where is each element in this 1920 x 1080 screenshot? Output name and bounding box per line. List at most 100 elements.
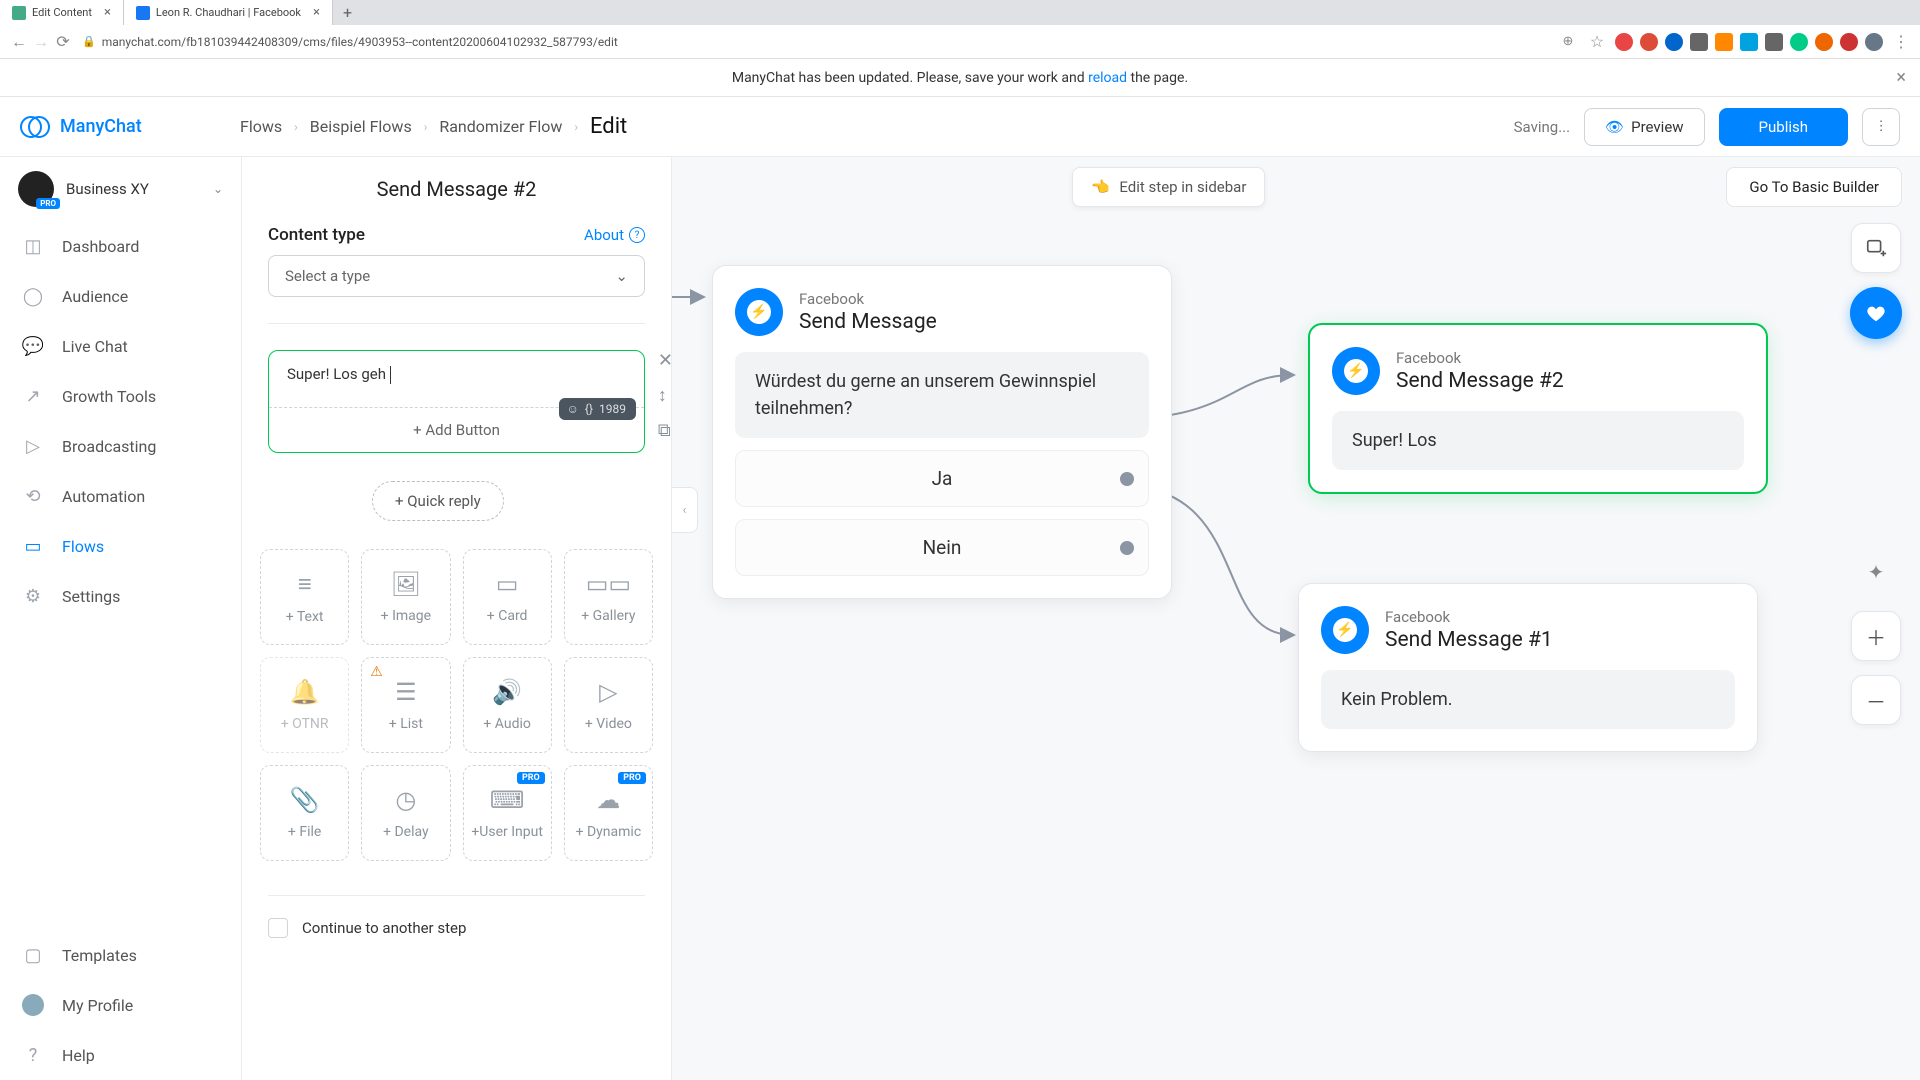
block-tile-otnr[interactable]: 🔔+ OTNR — [260, 657, 349, 753]
emoji-icon[interactable]: ☺ — [567, 402, 579, 416]
translate-icon[interactable]: ⊕ — [1557, 34, 1579, 49]
breadcrumb-item[interactable]: Flows — [240, 117, 282, 136]
workspace-switcher[interactable]: PRO Business XY ⌄ — [0, 157, 241, 221]
continue-checkbox[interactable] — [268, 918, 288, 938]
text-message-block[interactable]: Super! Los geh ☺ {} 1989 + Add Button — [268, 350, 645, 453]
block-tile-text[interactable]: ≡+ Text — [260, 549, 349, 645]
flow-node-send-message-1[interactable]: Facebook Send Message #1 Kein Problem. — [1298, 583, 1758, 752]
block-tile-delay[interactable]: ◷+ Delay — [361, 765, 450, 861]
editor-title: Send Message #2 — [242, 177, 671, 201]
add-node-button[interactable] — [1851, 223, 1901, 273]
flow-node-send-message-2[interactable]: Facebook Send Message #2 Super! Los — [1308, 323, 1768, 494]
sidebar-item-dashboard[interactable]: ◫Dashboard — [0, 221, 241, 271]
collapse-panel-button[interactable]: ‹ — [672, 487, 698, 533]
block-tile-image[interactable]: 🖼+ Image — [361, 549, 450, 645]
close-icon[interactable]: × — [104, 5, 111, 20]
node-title: Send Message #2 — [1396, 369, 1564, 393]
warning-icon: ⚠ — [370, 664, 383, 680]
tile-label: + Video — [585, 716, 632, 732]
about-link[interactable]: About ? — [584, 226, 645, 244]
extension-icon[interactable] — [1815, 33, 1833, 51]
connection-port[interactable] — [1120, 541, 1134, 555]
close-icon[interactable]: × — [1896, 67, 1906, 88]
forward-icon[interactable]: → — [30, 32, 52, 52]
sidebar-item-templates[interactable]: ▢Templates — [0, 930, 241, 980]
zoom-in-button[interactable]: ＋ — [1851, 611, 1901, 661]
continue-row[interactable]: Continue to another step — [242, 902, 671, 954]
extension-icon[interactable] — [1765, 33, 1783, 51]
url-field[interactable]: 🔒 manychat.com/fb181039442408309/cms/fil… — [82, 35, 1557, 49]
preview-button[interactable]: 👁 Preview — [1584, 108, 1704, 146]
keyboard-icon: ⌨ — [490, 786, 525, 814]
sidebar-item-broadcasting[interactable]: ▷Broadcasting — [0, 421, 241, 471]
add-quick-reply-button[interactable]: + Quick reply — [372, 481, 504, 521]
assistant-button[interactable] — [1850, 287, 1902, 339]
block-tile-gallery[interactable]: ▭▭+ Gallery — [564, 549, 653, 645]
node-message-body: Kein Problem. — [1321, 670, 1735, 729]
tile-label: + OTNR — [281, 716, 329, 732]
goto-basic-button[interactable]: Go To Basic Builder — [1726, 167, 1902, 207]
extension-icon[interactable] — [1665, 33, 1683, 51]
extension-icon[interactable] — [1690, 33, 1708, 51]
more-button[interactable]: ⋮ — [1862, 108, 1900, 146]
move-icon[interactable]: ↕ — [658, 385, 672, 406]
star-icon[interactable]: ☆ — [1586, 32, 1608, 51]
lock-icon: 🔒 — [82, 35, 96, 48]
back-icon[interactable]: ← — [8, 32, 30, 52]
sidebar-item-label: Broadcasting — [62, 437, 156, 456]
extension-icon[interactable] — [1640, 33, 1658, 51]
sidebar-item-profile[interactable]: My Profile — [0, 980, 241, 1030]
breadcrumb-item[interactable]: Randomizer Flow — [439, 117, 562, 136]
extension-icon[interactable] — [1740, 33, 1758, 51]
browser-tab-active[interactable]: Edit Content × — [0, 0, 124, 25]
block-tile-card[interactable]: ▭+ Card — [463, 549, 552, 645]
card-icon: ▭ — [496, 570, 519, 598]
sidebar-item-audience[interactable]: ◯Audience — [0, 271, 241, 321]
extension-icon[interactable] — [1615, 33, 1633, 51]
new-tab-button[interactable]: + — [333, 3, 362, 22]
block-tile-dynamic[interactable]: PRO☁+ Dynamic — [564, 765, 653, 861]
cloud-icon: ☁ — [596, 786, 620, 814]
fit-view-button[interactable]: ✦ — [1851, 547, 1901, 597]
close-icon[interactable]: × — [313, 5, 320, 20]
node-button-nein[interactable]: Nein — [735, 519, 1149, 576]
app-name: ManyChat — [60, 116, 142, 137]
tile-label: + List — [389, 716, 423, 732]
braces-icon[interactable]: {} — [585, 402, 593, 416]
content-type-select[interactable]: Select a type ⌄ — [268, 255, 645, 297]
extension-icon[interactable] — [1790, 33, 1808, 51]
extension-icon[interactable] — [1715, 33, 1733, 51]
zoom-out-button[interactable]: － — [1851, 675, 1901, 725]
block-tile-video[interactable]: ▷+ Video — [564, 657, 653, 753]
close-icon[interactable]: ✕ — [658, 350, 672, 371]
chevron-down-icon: ⌄ — [213, 182, 223, 196]
sidebar-item-growth[interactable]: ↗Growth Tools — [0, 371, 241, 421]
copy-icon[interactable]: ⧉ — [658, 420, 672, 441]
sidebar-item-settings[interactable]: ⚙Settings — [0, 571, 241, 621]
flow-canvas[interactable]: ‹ 👈 Edit step in sidebar Go To Basic Bui… — [672, 157, 1920, 1080]
sidebar-item-livechat[interactable]: 💬Live Chat — [0, 321, 241, 371]
extension-icon[interactable] — [1840, 33, 1858, 51]
block-tile-file[interactable]: 📎+ File — [260, 765, 349, 861]
message-text-input[interactable]: Super! Los geh ☺ {} 1989 — [269, 351, 644, 407]
sidebar-item-automation[interactable]: ⟲Automation — [0, 471, 241, 521]
block-tile-list[interactable]: ⚠☰+ List — [361, 657, 450, 753]
node-button-ja[interactable]: Ja — [735, 450, 1149, 507]
tile-label: + Audio — [483, 716, 530, 732]
avatar-icon[interactable] — [1865, 33, 1883, 51]
reload-icon[interactable]: ⟳ — [52, 32, 74, 51]
block-tile-audio[interactable]: 🔊+ Audio — [463, 657, 552, 753]
pro-badge: PRO — [618, 772, 646, 784]
connection-port[interactable] — [1120, 472, 1134, 486]
browser-tab[interactable]: Leon R. Chaudhari | Facebook × — [124, 0, 333, 25]
sidebar-item-help[interactable]: ?Help — [0, 1030, 241, 1080]
flow-node-send-message[interactable]: Facebook Send Message Würdest du gerne a… — [712, 265, 1172, 599]
sidebar-item-flows[interactable]: ▭Flows — [0, 521, 241, 571]
publish-button[interactable]: Publish — [1719, 108, 1848, 146]
block-tile-user-input[interactable]: PRO⌨+User Input — [463, 765, 552, 861]
reload-link[interactable]: reload — [1088, 70, 1127, 86]
breadcrumb-item[interactable]: Beispiel Flows — [310, 117, 412, 136]
card-plus-icon — [1865, 237, 1887, 259]
menu-icon[interactable]: ⋮ — [1890, 32, 1912, 51]
app-logo[interactable]: ManyChat — [20, 112, 240, 142]
